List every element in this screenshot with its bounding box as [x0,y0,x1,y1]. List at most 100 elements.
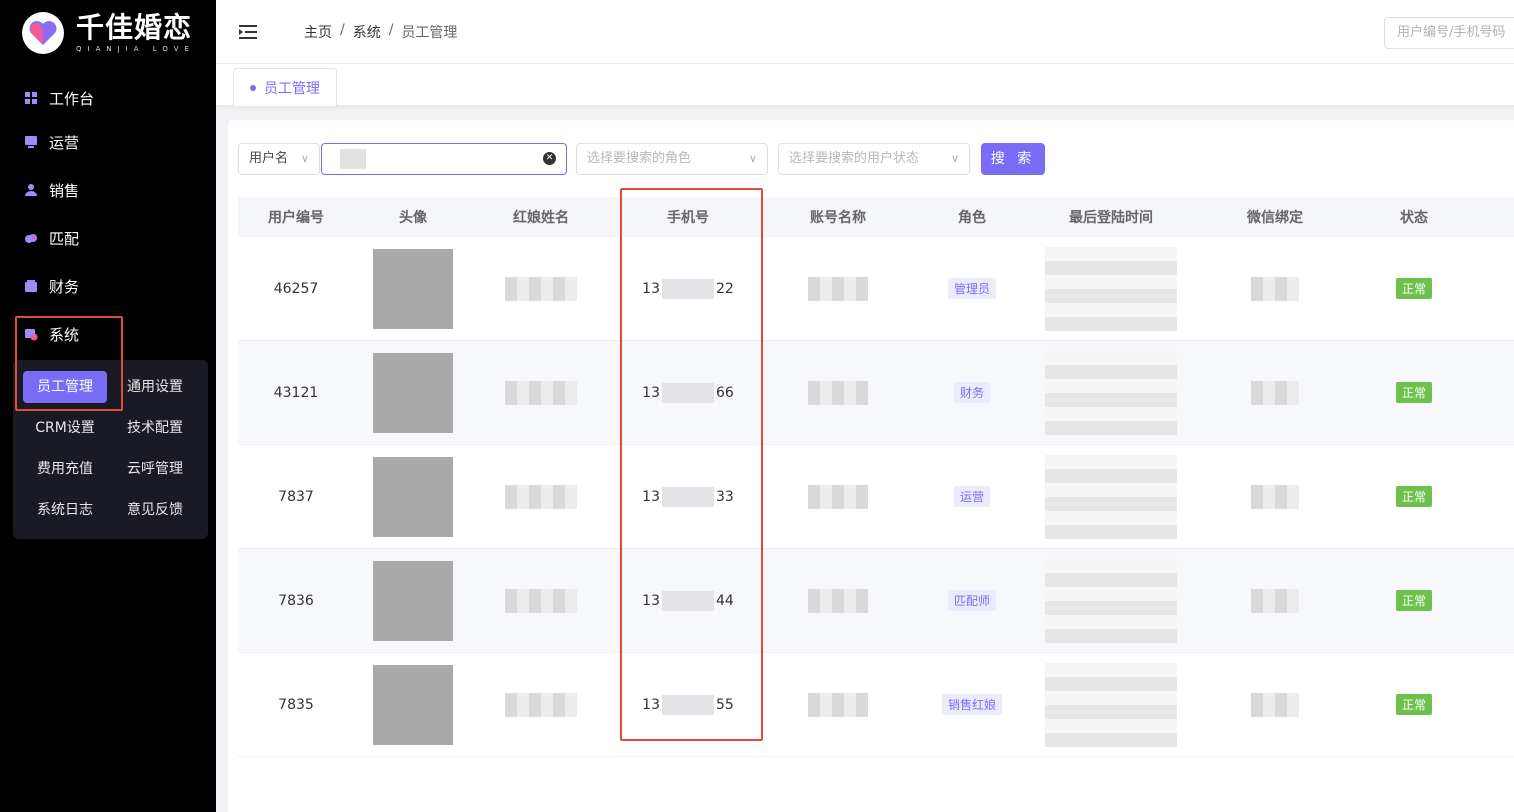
redacted-account [808,380,868,405]
nav-label: 运营 [49,133,80,152]
role-tag: 管理员 [947,278,996,299]
col-avatar: 头像 [399,210,427,226]
role-tag: 运营 [953,486,990,507]
col-user-id: 用户编号 [268,210,324,226]
top-header: 主页 / 系统 / 员工管理 用户编号/手机号码 [216,0,1514,64]
search-field-value: 用户名 [249,151,289,166]
breadcrumb-home[interactable]: 主页 [304,22,332,42]
submenu-system-log[interactable]: 系统日志 [23,494,107,526]
wallet-icon [24,279,38,293]
breadcrumb-current: 员工管理 [401,25,458,41]
status-select-placeholder: 选择要搜索的用户状态 [789,151,920,166]
status-select[interactable]: 选择要搜索的用户状态 ∨ [778,143,970,175]
nav-label: 匹配 [49,229,80,248]
role-select-placeholder: 选择要搜索的角色 [587,151,692,166]
sidebar: 千佳婚恋 QIANJIA LOVE 工作台 运营 销售 匹配 财务 系统 员工管… [0,0,216,812]
search-button[interactable]: 搜 索 [981,143,1045,175]
chevron-down-icon: ∨ [300,152,309,165]
nav-item-operations[interactable]: 运营 [24,130,79,154]
table-row[interactable]: 7836 13 44 匹配师 正常 [238,549,1514,653]
submenu-cloud-call[interactable]: 云呼管理 [113,453,197,485]
table-header: 用户编号 头像 红娘姓名 手机号 账号名称 角色 最后登陆时间 微信绑定 状态 [238,197,1514,237]
redacted-name [505,588,577,613]
brand-logo[interactable]: 千佳婚恋 QIANJIA LOVE [22,12,195,54]
search-input[interactable]: ✕ [321,143,567,175]
status-badge: 正常 [1395,694,1432,715]
status-badge: 正常 [1395,486,1432,507]
active-dot-icon [250,84,256,91]
heart-logo-icon [22,12,64,54]
redacted-login-time [1045,246,1177,331]
cell-user-id: 43121 [273,384,319,401]
submenu-general-settings[interactable]: 通用设置 [113,371,197,403]
brand-title: 千佳婚恋 [76,11,193,44]
col-wechat-bind: 微信绑定 [1247,210,1303,226]
redacted-account [808,692,868,717]
nav-label: 财务 [49,277,80,296]
redacted-account [808,588,868,613]
header-search-input[interactable]: 用户编号/手机号码 [1384,17,1514,49]
redacted-text [340,148,366,169]
redacted-login-time [1045,350,1177,435]
chevron-down-icon: ∨ [748,152,757,165]
redacted-wechat [1251,692,1299,717]
brand-subtitle: QIANJIA LOVE [76,45,195,53]
avatar [373,248,453,329]
redacted-login-time [1045,454,1177,539]
tab-staff-management[interactable]: 员工管理 [233,68,337,106]
nav-item-match[interactable]: 匹配 [24,226,79,250]
nav-item-dashboard[interactable]: 工作台 [24,86,94,110]
redacted-wechat [1251,276,1299,301]
tab-bar: 员工管理 [216,64,1514,106]
redacted-name [505,276,577,301]
redacted-account [808,276,868,301]
redacted-wechat [1251,484,1299,509]
nav-label: 工作台 [49,89,95,108]
redacted-wechat [1251,380,1299,405]
monitor-icon [24,135,38,149]
col-account-name: 账号名称 [810,210,866,226]
redacted-wechat [1251,588,1299,613]
avatar [373,560,453,641]
breadcrumb-system[interactable]: 系统 [353,22,381,42]
content-card: 用户名 ∨ ✕ 选择要搜索的角色 ∨ 选择要搜索的用户状态 ∨ 搜 索 用户编号… [228,120,1514,812]
table-row[interactable]: 46257 13 22 管理员 正常 [238,237,1514,341]
submenu-feedback[interactable]: 意见反馈 [113,494,197,526]
chevron-down-icon: ∨ [950,152,959,165]
col-last-login: 最后登陆时间 [1069,210,1153,226]
table-row[interactable]: 43121 13 66 财务 正常 [238,341,1514,445]
col-role: 角色 [958,210,986,226]
redacted-login-time [1045,662,1177,747]
status-badge: 正常 [1395,382,1432,403]
redacted-account [808,484,868,509]
role-tag: 财务 [953,382,990,403]
submenu-crm-settings[interactable]: CRM设置 [23,412,107,444]
redacted-name [505,692,577,717]
redacted-name [505,380,577,405]
role-select[interactable]: 选择要搜索的角色 ∨ [576,143,768,175]
redacted-login-time [1045,558,1177,643]
dashboard-icon [24,91,38,105]
redacted-name [505,484,577,509]
menu-collapse-icon[interactable] [238,22,258,42]
breadcrumb: 主页 / 系统 / 员工管理 [304,22,458,42]
table-row[interactable]: 7837 13 33 运营 正常 [238,445,1514,549]
tab-label: 员工管理 [264,80,320,97]
role-tag: 匹配师 [947,590,996,611]
cell-user-id: 7837 [278,488,314,505]
submenu-recharge[interactable]: 费用充值 [23,453,107,485]
user-icon [24,183,38,197]
avatar [373,664,453,745]
avatar [373,456,453,537]
table-row[interactable]: 7835 13 55 销售红娘 正常 [238,653,1514,757]
search-field-select[interactable]: 用户名 ∨ [238,143,320,175]
nav-item-sales[interactable]: 销售 [24,178,79,202]
avatar [373,352,453,433]
cell-user-id: 7835 [278,696,314,713]
nav-item-finance[interactable]: 财务 [24,274,79,298]
submenu-tech-config[interactable]: 技术配置 [113,412,197,444]
staff-table: 用户编号 头像 红娘姓名 手机号 账号名称 角色 最后登陆时间 微信绑定 状态 … [238,197,1514,757]
clear-icon[interactable]: ✕ [543,152,556,165]
role-tag: 销售红娘 [941,694,1002,715]
phone-column-highlight-annotation [620,188,763,741]
